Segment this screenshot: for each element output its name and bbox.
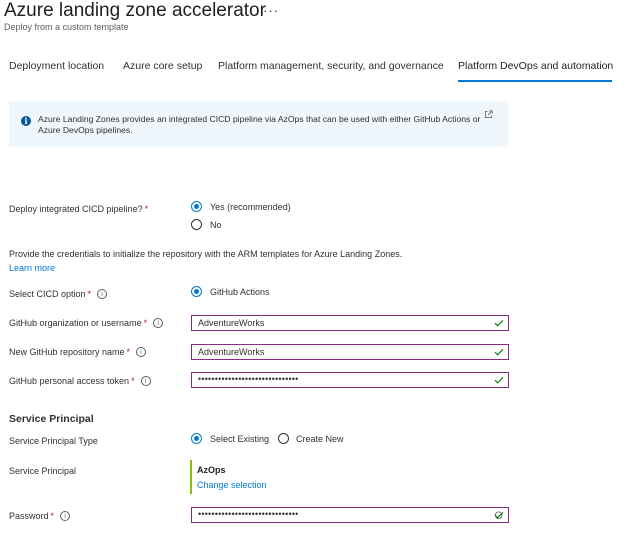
github-token-value: ••••••••••••••••••••••••••••••: [198, 374, 299, 384]
github-org-label: GitHub organization or username * i: [9, 317, 164, 329]
cicd-option-label: Select CICD option * i: [9, 288, 108, 300]
external-link-icon[interactable]: [484, 110, 493, 119]
radio-sp-create-new[interactable]: [278, 433, 289, 444]
info-tooltip-icon[interactable]: i: [153, 317, 164, 328]
password-value: ••••••••••••••••••••••••••••••: [198, 509, 299, 519]
sp-label: Service Principal: [9, 466, 77, 476]
valid-check-icon: [494, 376, 504, 384]
tab-platform-management[interactable]: Platform management, security, and gover…: [218, 60, 444, 72]
page: Azure landing zone accelerator ··· Deplo…: [0, 0, 624, 543]
password-label: Password * i: [9, 510, 71, 522]
valid-check-icon: [494, 511, 504, 519]
radio-github-actions-label[interactable]: GitHub Actions: [210, 287, 270, 297]
radio-sp-select-existing-label[interactable]: Select Existing: [210, 434, 269, 444]
service-principal-heading: Service Principal: [9, 413, 94, 425]
info-tooltip-icon[interactable]: i: [136, 346, 147, 357]
sp-name: AzOps: [197, 465, 226, 475]
page-title: Azure landing zone accelerator: [4, 0, 266, 21]
github-repo-label: New GitHub repository name * i: [9, 346, 147, 358]
sp-type-label: Service Principal Type: [9, 436, 98, 446]
required-mark: *: [144, 204, 149, 214]
info-banner: i Azure Landing Zones provides an integr…: [9, 101, 509, 147]
info-banner-text: Azure Landing Zones provides an integrat…: [38, 114, 481, 135]
sp-selection-bar: [190, 460, 192, 494]
tab-bar: Deployment location Azure core setup Pla…: [0, 60, 624, 84]
github-repo-value: AdventureWorks: [198, 347, 265, 357]
active-tab-indicator: [458, 80, 612, 82]
deploy-cicd-label: Deploy integrated CICD pipeline? *: [9, 204, 149, 214]
github-org-value: AdventureWorks: [198, 318, 265, 328]
radio-deploy-no-label[interactable]: No: [210, 220, 222, 230]
github-org-input[interactable]: AdventureWorks: [191, 315, 509, 331]
tab-deployment-location[interactable]: Deployment location: [9, 60, 104, 72]
tab-azure-core-setup[interactable]: Azure core setup: [123, 60, 202, 72]
more-options-button[interactable]: ···: [263, 3, 279, 18]
valid-check-icon: [494, 319, 504, 327]
info-tooltip-icon[interactable]: i: [97, 288, 108, 299]
github-token-input[interactable]: ••••••••••••••••••••••••••••••: [191, 372, 509, 388]
github-token-label: GitHub personal access token * i: [9, 375, 151, 387]
credentials-description: Provide the credentials to initialize th…: [9, 249, 403, 259]
info-tooltip-icon[interactable]: i: [60, 510, 71, 521]
learn-more-link[interactable]: Learn more: [9, 263, 55, 273]
info-icon: i: [21, 116, 31, 126]
change-selection-link[interactable]: Change selection: [197, 480, 267, 490]
valid-check-icon: [494, 348, 504, 356]
radio-deploy-no[interactable]: [191, 219, 202, 230]
page-subtitle: Deploy from a custom template: [4, 22, 129, 32]
radio-sp-create-new-label[interactable]: Create New: [296, 434, 344, 444]
radio-deploy-yes[interactable]: [191, 201, 202, 212]
radio-github-actions[interactable]: [191, 286, 202, 297]
password-input[interactable]: ••••••••••••••••••••••••••••••: [191, 507, 509, 523]
tab-platform-devops[interactable]: Platform DevOps and automation: [458, 60, 613, 72]
github-repo-input[interactable]: AdventureWorks: [191, 344, 509, 360]
info-tooltip-icon[interactable]: i: [140, 375, 151, 386]
radio-sp-select-existing[interactable]: [191, 433, 202, 444]
radio-deploy-yes-label[interactable]: Yes (recommended): [210, 202, 291, 212]
